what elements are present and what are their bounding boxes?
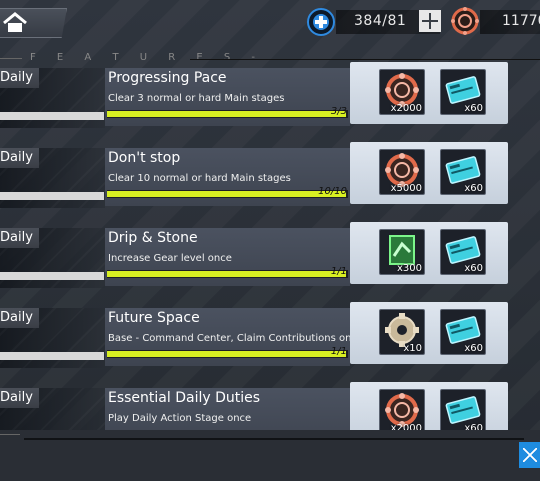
left-progress-bar bbox=[0, 192, 104, 200]
reward-panel: x2000 x60 bbox=[350, 62, 508, 124]
mission-description: Clear 10 normal or hard Main stages bbox=[108, 173, 291, 184]
progress-fill bbox=[107, 191, 346, 197]
reward-item[interactable]: x60 bbox=[440, 149, 486, 195]
mission-card[interactable]: Drip & Stone Increase Gear level once 1/… bbox=[105, 228, 350, 286]
mission-description: Clear 3 normal or hard Main stages bbox=[108, 93, 285, 104]
reward-quantity: x60 bbox=[464, 343, 483, 354]
daily-tag: Daily bbox=[0, 228, 39, 248]
reward-panel: x5000 x60 bbox=[350, 142, 508, 204]
progress-track bbox=[107, 270, 348, 278]
reward-quantity: x2000 bbox=[390, 103, 422, 114]
reward-item[interactable]: x60 bbox=[440, 229, 486, 275]
currency-value: 117700 bbox=[502, 13, 540, 29]
mission-title: Essential Daily Duties bbox=[108, 390, 261, 406]
mission-card[interactable]: Don't stop Clear 10 normal or hard Main … bbox=[105, 148, 350, 206]
top-bar: 384/81 117700 bbox=[0, 0, 540, 44]
reward-quantity: x60 bbox=[464, 103, 483, 114]
reward-panel: x10 x60 bbox=[350, 302, 508, 364]
mission-title: Future Space bbox=[108, 310, 200, 326]
progress-fill bbox=[107, 351, 346, 357]
left-progress-bar bbox=[0, 352, 104, 360]
mission-description: Play Daily Action Stage once bbox=[108, 413, 252, 424]
mission-row[interactable]: Daily Progressing Pace Clear 3 normal or… bbox=[0, 62, 540, 132]
close-corner-button[interactable] bbox=[519, 442, 540, 468]
mission-card[interactable]: Progressing Pace Clear 3 normal or hard … bbox=[105, 68, 350, 126]
reward-quantity: x5000 bbox=[390, 183, 422, 194]
left-progress-bar bbox=[0, 272, 104, 280]
reward-item[interactable]: x60 bbox=[440, 389, 486, 435]
mission-row[interactable]: Daily Don't stop Clear 10 normal or hard… bbox=[0, 142, 540, 212]
reward-item[interactable]: x5000 bbox=[379, 149, 425, 195]
stamina-icon bbox=[307, 8, 335, 36]
stamina-value: 384/81 bbox=[354, 13, 407, 29]
section-label: F E A T U R E S - bbox=[30, 52, 264, 63]
divider bbox=[0, 434, 20, 435]
progress-text: 10/10 bbox=[318, 186, 347, 197]
reward-item[interactable]: x300 bbox=[379, 229, 425, 275]
mission-title: Drip & Stone bbox=[108, 230, 198, 246]
reward-panel: x300 x60 bbox=[350, 222, 508, 284]
home-button[interactable] bbox=[0, 8, 67, 38]
currency-ring-icon bbox=[451, 7, 479, 35]
progress-track bbox=[107, 350, 348, 358]
progress-text: 3/3 bbox=[330, 106, 347, 117]
reward-quantity: x60 bbox=[464, 263, 483, 274]
reward-quantity: x300 bbox=[396, 263, 422, 274]
divider bbox=[190, 59, 540, 60]
mission-description: Increase Gear level once bbox=[108, 253, 232, 264]
home-icon bbox=[3, 12, 27, 32]
divider bbox=[24, 438, 524, 440]
progress-track bbox=[107, 190, 348, 198]
daily-tag: Daily bbox=[0, 308, 39, 328]
reward-quantity: x60 bbox=[464, 183, 483, 194]
progress-text: 1/1 bbox=[330, 266, 347, 277]
reward-item[interactable]: x10 bbox=[379, 309, 425, 355]
daily-tag: Daily bbox=[0, 388, 39, 408]
reward-item[interactable]: x2000 bbox=[379, 389, 425, 435]
progress-fill bbox=[107, 111, 346, 117]
reward-item[interactable]: x2000 bbox=[379, 69, 425, 115]
add-stamina-button[interactable] bbox=[419, 10, 441, 32]
mission-card[interactable]: Future Space Base - Command Center, Clai… bbox=[105, 308, 363, 366]
reward-item[interactable]: x60 bbox=[440, 309, 486, 355]
mission-title: Progressing Pace bbox=[108, 70, 227, 86]
mission-title: Don't stop bbox=[108, 150, 181, 166]
mission-description: Base - Command Center, Claim Contributio… bbox=[108, 333, 364, 344]
progress-fill bbox=[107, 271, 346, 277]
progress-text: 1/1 bbox=[330, 346, 347, 357]
reward-quantity: x10 bbox=[403, 343, 422, 354]
mission-row[interactable]: Daily Future Space Base - Command Center… bbox=[0, 302, 540, 372]
mission-row[interactable]: Daily Drip & Stone Increase Gear level o… bbox=[0, 222, 540, 292]
divider bbox=[0, 58, 22, 59]
left-progress-bar bbox=[0, 112, 104, 120]
daily-tag: Daily bbox=[0, 148, 39, 168]
daily-tag: Daily bbox=[0, 68, 39, 88]
reward-item[interactable]: x60 bbox=[440, 69, 486, 115]
progress-track bbox=[107, 110, 348, 118]
